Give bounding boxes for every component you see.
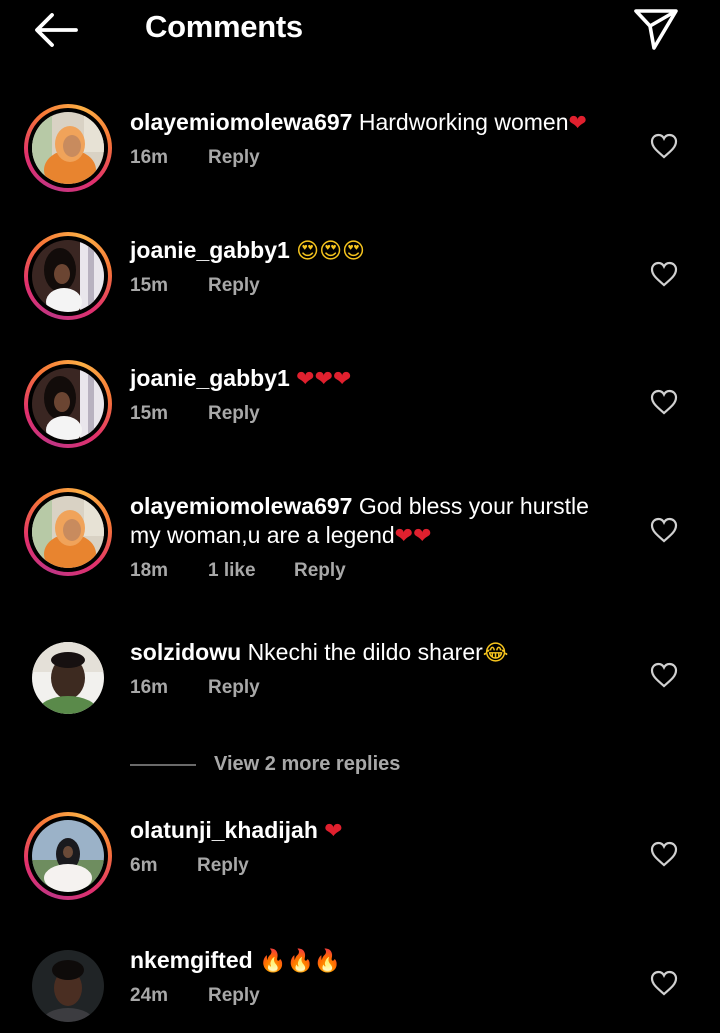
divider: [130, 764, 196, 766]
top-bar: Comments: [0, 0, 720, 60]
heart-outline-icon: [650, 662, 678, 688]
comment-meta: 16m Reply: [130, 147, 620, 171]
comment-time: 16m: [130, 677, 169, 698]
heart-emoji: ❤❤: [394, 524, 432, 549]
comment-text: olatunji_khadijah ❤: [130, 816, 620, 846]
like-button[interactable]: [650, 517, 678, 543]
comment-text: joanie_gabby1 ❤❤❤: [130, 364, 620, 394]
like-button[interactable]: [650, 389, 678, 415]
heart-outline-icon: [650, 841, 678, 867]
reply-button[interactable]: Reply: [294, 560, 346, 582]
view-more-replies-label[interactable]: View 2 more replies: [214, 753, 400, 776]
heart-outline-icon: [650, 517, 678, 543]
page-title: Comments: [145, 9, 303, 44]
comment-username[interactable]: olatunji_khadijah: [130, 817, 318, 843]
heart-outline-icon: [650, 261, 678, 287]
comment-text: olayemiomolewa697 God bless your hurstle…: [130, 492, 620, 551]
comment-time: 24m: [130, 985, 169, 1006]
avatar[interactable]: [24, 634, 112, 722]
comment-like-count[interactable]: 1 like: [208, 560, 294, 582]
comment-time: 15m: [130, 403, 169, 424]
heart-outline-icon: [650, 133, 678, 159]
comment-meta: 15m Reply: [130, 275, 620, 299]
like-button[interactable]: [650, 662, 678, 688]
heart-emoji: ❤: [324, 819, 343, 844]
comment-meta: 24m Reply: [130, 985, 620, 1009]
comment-username[interactable]: olayemiomolewa697: [130, 493, 352, 519]
reply-button[interactable]: Reply: [208, 985, 260, 1007]
laughing-emoji: 😂: [482, 641, 509, 666]
comment-username[interactable]: nkemgifted: [130, 947, 253, 973]
fire-emoji: 🔥🔥🔥: [259, 949, 342, 974]
avatar[interactable]: [24, 812, 112, 900]
reply-button[interactable]: Reply: [208, 147, 260, 169]
reply-button[interactable]: Reply: [208, 677, 260, 699]
heart-outline-icon: [650, 970, 678, 996]
reply-button[interactable]: Reply: [197, 855, 249, 877]
share-button[interactable]: [630, 4, 682, 52]
comment-username[interactable]: olayemiomolewa697: [130, 109, 352, 135]
heart-emoji: ❤❤❤: [296, 367, 352, 392]
comment-meta: 16m Reply: [130, 677, 620, 701]
comment-meta: 6m Reply: [130, 855, 620, 879]
like-button[interactable]: [650, 133, 678, 159]
comment-text: nkemgifted 🔥🔥🔥: [130, 946, 620, 976]
comment-body: Nkechi the dildo sharer: [247, 639, 483, 665]
comment-text: joanie_gabby1 😍😍😍: [130, 236, 620, 266]
comment-time: 16m: [130, 147, 169, 168]
avatar[interactable]: [24, 488, 112, 576]
comment-username[interactable]: joanie_gabby1: [130, 365, 290, 391]
like-button[interactable]: [650, 841, 678, 867]
heart-emoji: ❤: [568, 111, 587, 136]
back-arrow-icon: [35, 13, 78, 47]
comment-username[interactable]: joanie_gabby1: [130, 237, 290, 263]
like-button[interactable]: [650, 261, 678, 287]
comment-meta: 18m 1 like Reply: [130, 560, 620, 584]
heart-eyes-emoji: 😍😍😍: [296, 239, 365, 264]
comment-meta: 15m Reply: [130, 403, 620, 427]
avatar[interactable]: [24, 942, 112, 1030]
comment-username[interactable]: solzidowu: [130, 639, 241, 665]
reply-button[interactable]: Reply: [208, 275, 260, 297]
comment-text: solzidowu Nkechi the dildo sharer😂: [130, 638, 620, 668]
avatar[interactable]: [24, 232, 112, 320]
comment-time: 15m: [130, 275, 169, 296]
like-button[interactable]: [650, 970, 678, 996]
comment-text: olayemiomolewa697 Hardworking women❤: [130, 108, 620, 138]
paper-plane-icon: [634, 9, 678, 50]
comment-body: Hardworking women: [358, 109, 569, 135]
reply-button[interactable]: Reply: [208, 403, 260, 425]
avatar[interactable]: [24, 360, 112, 448]
heart-outline-icon: [650, 389, 678, 415]
back-button[interactable]: [30, 10, 82, 50]
avatar[interactable]: [24, 104, 112, 192]
comment-time: 6m: [130, 855, 158, 876]
comment-time: 18m: [130, 560, 169, 581]
